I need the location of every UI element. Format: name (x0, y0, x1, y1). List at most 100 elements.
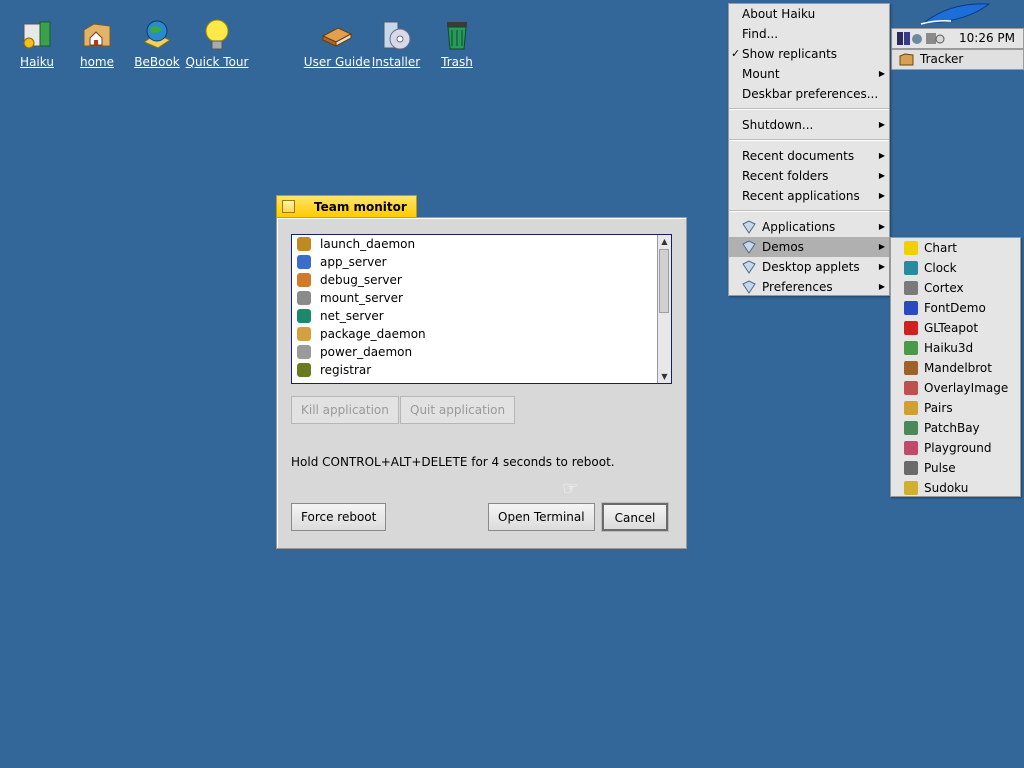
demos-item-playground[interactable]: Playground (891, 438, 1020, 458)
demos-item-pulse[interactable]: Pulse (891, 458, 1020, 478)
demos-item-haiku3d[interactable]: Haiku3d (891, 338, 1020, 358)
submenu-arrow-icon: ▶ (878, 222, 885, 231)
desktop-icon-quick-tour[interactable]: Quick Tour (182, 18, 252, 69)
demo-app-icon (904, 301, 918, 315)
home-folder-icon (80, 18, 114, 52)
deskbar-tray: 10:26 PM (891, 28, 1024, 49)
kill-application-button[interactable]: Kill application (291, 396, 399, 424)
team-list-item[interactable]: registrar (292, 361, 671, 379)
demo-label: Pairs (924, 401, 953, 415)
team-list-item[interactable]: package_daemon (292, 325, 671, 343)
demos-item-clock[interactable]: Clock (891, 258, 1020, 278)
menu-item-desktop-applets[interactable]: Desktop applets ▶ (729, 257, 889, 277)
scrollbar-thumb[interactable] (659, 249, 669, 313)
desktop-icon-installer[interactable]: Installer (361, 18, 431, 69)
process-name: mount_server (320, 291, 403, 305)
cancel-button[interactable]: Cancel (602, 503, 668, 531)
checkmark-icon: ✓ (731, 47, 741, 60)
demo-label: Clock (924, 261, 957, 275)
menu-separator (729, 139, 889, 141)
demo-label: Playground (924, 441, 992, 455)
menu-item-preferences[interactable]: Preferences ▶ (729, 277, 889, 297)
lightbulb-icon (200, 18, 234, 52)
demos-item-chart[interactable]: Chart (891, 238, 1020, 258)
demos-item-pairs[interactable]: Pairs (891, 398, 1020, 418)
demo-label: Pulse (924, 461, 956, 475)
menu-item-shutdown[interactable]: Shutdown... ▶ (729, 115, 889, 135)
menu-item-applications[interactable]: Applications ▶ (729, 217, 889, 237)
force-reboot-button[interactable]: Force reboot (291, 503, 387, 531)
demo-app-icon (904, 261, 918, 275)
quit-application-button[interactable]: Quit application (400, 396, 516, 424)
team-list-item[interactable]: launch_daemon (292, 235, 671, 253)
submenu-arrow-icon: ▶ (878, 282, 885, 291)
submenu-arrow-icon: ▶ (878, 262, 885, 271)
demo-label: OverlayImage (924, 381, 1009, 395)
process-name: net_server (320, 309, 384, 323)
demos-item-patchbay[interactable]: PatchBay (891, 418, 1020, 438)
demos-item-sudoku[interactable]: Sudoku (891, 478, 1020, 498)
menu-item-recent-folders[interactable]: Recent folders ▶ (729, 166, 889, 186)
demos-item-overlayimage[interactable]: OverlayImage (891, 378, 1020, 398)
desktop-icon-label: Trash (441, 55, 473, 69)
demo-label: Haiku3d (924, 341, 974, 355)
process-icon (297, 309, 311, 323)
demos-item-mandelbrot[interactable]: Mandelbrot (891, 358, 1020, 378)
menu-item-demos[interactable]: Demos ▶ (729, 237, 889, 257)
menu-item-about-haiku[interactable]: About Haiku (729, 4, 889, 24)
demo-app-icon (904, 401, 918, 415)
demo-app-icon (904, 341, 918, 355)
reboot-hint: Hold CONTROL+ALT+DELETE for 4 seconds to… (291, 455, 615, 469)
folder-icon (742, 260, 756, 274)
team-list-item[interactable]: net_server (292, 307, 671, 325)
menu-item-mount[interactable]: Mount ▶ (729, 64, 889, 84)
process-icon (297, 255, 311, 269)
menu-item-recent-applications[interactable]: Recent applications ▶ (729, 186, 889, 206)
team-list-item[interactable]: debug_server (292, 271, 671, 289)
open-terminal-button[interactable]: Open Terminal (488, 503, 595, 531)
demo-app-icon (904, 441, 918, 455)
demo-label: Mandelbrot (924, 361, 992, 375)
tracker-entry[interactable]: Tracker (891, 49, 1024, 70)
globe-book-icon (140, 18, 174, 52)
menu-item-show-replicants[interactable]: ✓ Show replicants (729, 44, 889, 64)
trash-icon (440, 18, 474, 52)
menu-item-deskbar-preferences[interactable]: Deskbar preferences... (729, 84, 889, 104)
demo-app-icon (904, 461, 918, 475)
desktop-icon-trash[interactable]: Trash (422, 18, 492, 69)
team-list-item[interactable]: power_daemon (292, 343, 671, 361)
demo-app-icon (904, 481, 918, 495)
menu-item-recent-documents[interactable]: Recent documents ▶ (729, 146, 889, 166)
tracker-icon (899, 53, 914, 66)
team-monitor-tab[interactable]: Team monitor (276, 195, 417, 218)
demo-label: GLTeapot (924, 321, 979, 335)
process-icon (297, 291, 311, 305)
scroll-up-icon[interactable]: ▲ (658, 235, 671, 248)
demo-app-icon (904, 361, 918, 375)
workspaces-icon (897, 32, 903, 45)
menu-item-find[interactable]: Find... (729, 24, 889, 44)
demos-item-cortex[interactable]: Cortex (891, 278, 1020, 298)
book-icon (320, 18, 354, 52)
team-list-scrollbar[interactable]: ▲ ▼ (657, 235, 671, 383)
media-icon (926, 33, 936, 44)
demo-app-icon (904, 381, 918, 395)
team-list-item[interactable]: app_server (292, 253, 671, 271)
deskbar-logo-area[interactable] (891, 0, 1024, 28)
demo-app-icon (904, 281, 918, 295)
team-list-item[interactable]: mount_server (292, 289, 671, 307)
demo-label: PatchBay (924, 421, 980, 435)
menu-separator (729, 108, 889, 110)
process-icon (297, 237, 311, 251)
demos-item-glteapot[interactable]: GLTeapot (891, 318, 1020, 338)
demos-item-fontdemo[interactable]: FontDemo (891, 298, 1020, 318)
team-list[interactable]: launch_daemon app_server debug_servermount… (291, 234, 672, 384)
scroll-down-icon[interactable]: ▼ (658, 370, 671, 383)
clock[interactable]: 10:26 PM (959, 31, 1015, 45)
close-icon[interactable] (282, 200, 295, 213)
process-name: app_server (320, 255, 387, 269)
process-name: launch_daemon (320, 237, 416, 251)
process-name: power_daemon (320, 345, 413, 359)
haiku-leaf-icon (920, 3, 991, 25)
submenu-arrow-icon: ▶ (878, 120, 885, 129)
